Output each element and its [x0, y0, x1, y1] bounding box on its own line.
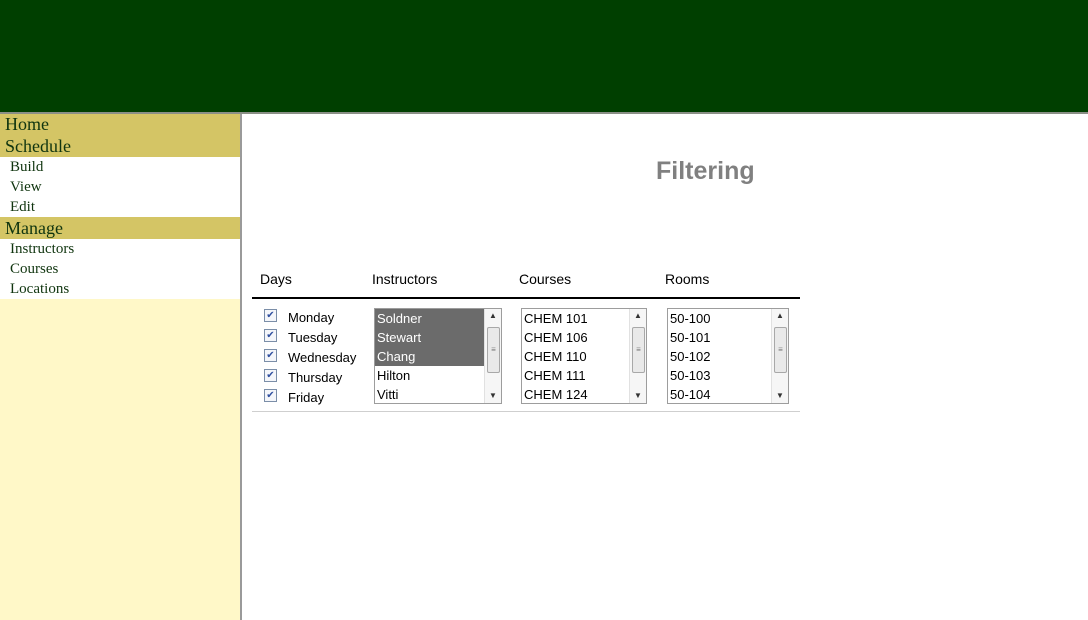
list-item[interactable]: CHEM 124 — [522, 385, 630, 403]
instructors-header: Instructors — [372, 271, 438, 287]
list-item[interactable]: CHEM 101 — [522, 309, 630, 328]
checkmark-icon[interactable]: ✔ — [264, 369, 277, 382]
scrollbar[interactable]: ▲ ≡ ▼ — [771, 309, 788, 403]
nav-courses[interactable]: Courses — [0, 259, 240, 279]
instructors-listbox[interactable]: Soldner Stewart Chang Hilton Vitti ▲ ≡ ▼ — [374, 308, 502, 404]
day-label: Thursday — [288, 370, 343, 385]
checkmark-icon[interactable]: ✔ — [264, 389, 277, 402]
days-header: Days — [260, 271, 292, 287]
scroll-thumb[interactable]: ≡ — [774, 327, 787, 373]
day-label: Tuesday — [288, 330, 338, 345]
nav-instructors[interactable]: Instructors — [0, 239, 240, 259]
scroll-thumb[interactable]: ≡ — [632, 327, 645, 373]
scroll-up-arrow-icon[interactable]: ▲ — [630, 309, 646, 323]
manage-submenu: Instructors Courses Locations — [0, 239, 240, 299]
list-item[interactable]: Soldner — [375, 309, 485, 328]
list-item[interactable]: Chang — [375, 347, 485, 366]
scroll-down-arrow-icon[interactable]: ▼ — [772, 389, 788, 403]
nav-locations[interactable]: Locations — [0, 279, 240, 299]
footer-rule — [252, 411, 800, 412]
day-label: Friday — [288, 390, 325, 405]
scroll-up-arrow-icon[interactable]: ▲ — [485, 309, 501, 323]
nav-view[interactable]: View — [0, 177, 240, 197]
list-item[interactable]: Vitti — [375, 385, 485, 403]
header-rule — [252, 297, 800, 299]
schedule-submenu: Build View Edit — [0, 157, 240, 217]
scroll-up-arrow-icon[interactable]: ▲ — [772, 309, 788, 323]
scroll-down-arrow-icon[interactable]: ▼ — [630, 389, 646, 403]
sidebar: Home Schedule Build View Edit Manage Ins… — [0, 114, 242, 620]
rooms-header: Rooms — [665, 271, 710, 287]
scroll-down-arrow-icon[interactable]: ▼ — [485, 389, 501, 403]
scrollbar[interactable]: ▲ ≡ ▼ — [484, 309, 501, 403]
day-label: Wednesday — [288, 350, 357, 365]
courses-header: Courses — [519, 271, 572, 287]
checkmark-icon[interactable]: ✔ — [264, 349, 277, 362]
scrollbar[interactable]: ▲ ≡ ▼ — [629, 309, 646, 403]
day-label: Monday — [288, 310, 335, 325]
main-content: Filtering Days Instructors Courses Rooms… — [242, 114, 1088, 620]
nav-schedule[interactable]: Schedule — [0, 135, 240, 157]
header-banner — [0, 0, 1088, 112]
list-item[interactable]: 50-103 — [668, 366, 772, 385]
list-item[interactable]: CHEM 110 — [522, 347, 630, 366]
list-item[interactable]: 50-102 — [668, 347, 772, 366]
checkmark-icon[interactable]: ✔ — [264, 309, 277, 322]
list-item[interactable]: CHEM 111 — [522, 366, 630, 385]
list-item[interactable]: Stewart — [375, 328, 485, 347]
scroll-thumb[interactable]: ≡ — [487, 327, 500, 373]
nav-manage[interactable]: Manage — [0, 217, 240, 239]
nav-build[interactable]: Build — [0, 157, 240, 177]
list-item[interactable]: 50-100 — [668, 309, 772, 328]
rooms-listbox[interactable]: 50-100 50-101 50-102 50-103 50-104 ▲ ≡ ▼ — [667, 308, 789, 404]
courses-listbox[interactable]: CHEM 101 CHEM 106 CHEM 110 CHEM 111 CHEM… — [521, 308, 647, 404]
page-title: Filtering — [656, 157, 755, 185]
nav-edit[interactable]: Edit — [0, 197, 240, 217]
checkmark-icon[interactable]: ✔ — [264, 329, 277, 342]
nav-home[interactable]: Home — [0, 114, 240, 135]
list-item[interactable]: 50-101 — [668, 328, 772, 347]
list-item[interactable]: CHEM 106 — [522, 328, 630, 347]
list-item[interactable]: 50-104 — [668, 385, 772, 403]
list-item[interactable]: Hilton — [375, 366, 485, 385]
